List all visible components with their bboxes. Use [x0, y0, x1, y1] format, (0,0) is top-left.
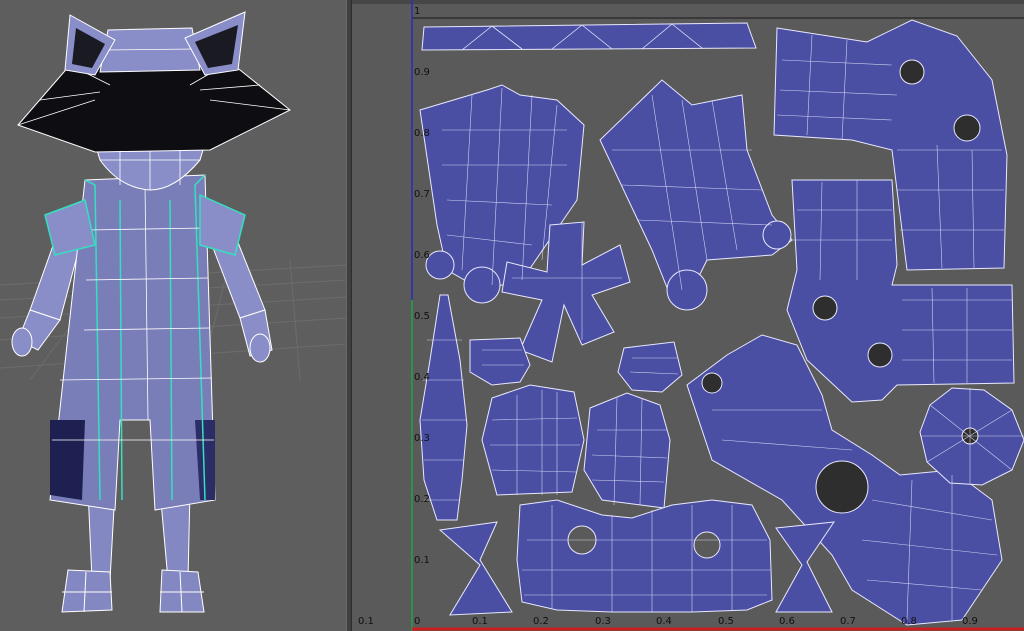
v-tick-label: 1 — [414, 6, 421, 17]
v-tick-label: 0.1 — [414, 555, 430, 566]
u-tick-label: 0.2 — [533, 616, 549, 627]
uv-shell-mitten-right — [617, 341, 683, 393]
u-tick-label: 0.6 — [779, 616, 795, 627]
uv-grid[interactable] — [352, 0, 1024, 631]
u-tick-label: 0.8 — [901, 616, 917, 627]
v-tick-label: 0.2 — [414, 494, 430, 505]
uv-editor-header-edge — [352, 0, 1024, 4]
character-model[interactable] — [0, 0, 346, 631]
hat — [17, 11, 291, 153]
uv-shells[interactable] — [419, 19, 1024, 626]
perspective-viewport[interactable] — [0, 0, 346, 631]
coat — [44, 174, 246, 511]
v-tick-label: 0.5 — [414, 311, 430, 322]
u-tick-label: 0.5 — [718, 616, 734, 627]
v-tick-label: 0.7 — [414, 189, 430, 200]
u-tick-label: 0.3 — [595, 616, 611, 627]
v-tick-label: 0.6 — [414, 250, 430, 261]
uv-shell-mitten-left — [469, 337, 531, 386]
u-tick-label: 0 — [414, 616, 421, 627]
u-tick-label: 0.4 — [656, 616, 672, 627]
uv-shell-chest-left — [481, 384, 585, 496]
u-tick-label: 0.1 — [358, 616, 374, 627]
uv-shell-chest-right — [583, 392, 671, 509]
uv-editor-panel[interactable]: 1 0.9 0.8 0.7 0.6 0.5 0.4 0.3 0.2 0.1 0.… — [352, 0, 1024, 631]
v-tick-label: 0.4 — [414, 372, 430, 383]
u-tick-label: 0.9 — [962, 616, 978, 627]
uv-shell-bow-left — [438, 521, 513, 616]
u-tick-label: 0.1 — [472, 616, 488, 627]
legs — [61, 489, 205, 613]
u-tick-label: 0.7 — [840, 616, 856, 627]
v-tick-label: 0.9 — [414, 67, 430, 78]
v-tick-label: 0.3 — [414, 433, 430, 444]
uv-shell-leg — [419, 294, 468, 521]
uv-shell-bow-right — [775, 521, 836, 613]
v-tick-label: 0.8 — [414, 128, 430, 139]
uv-shell-hat-band — [421, 22, 757, 51]
